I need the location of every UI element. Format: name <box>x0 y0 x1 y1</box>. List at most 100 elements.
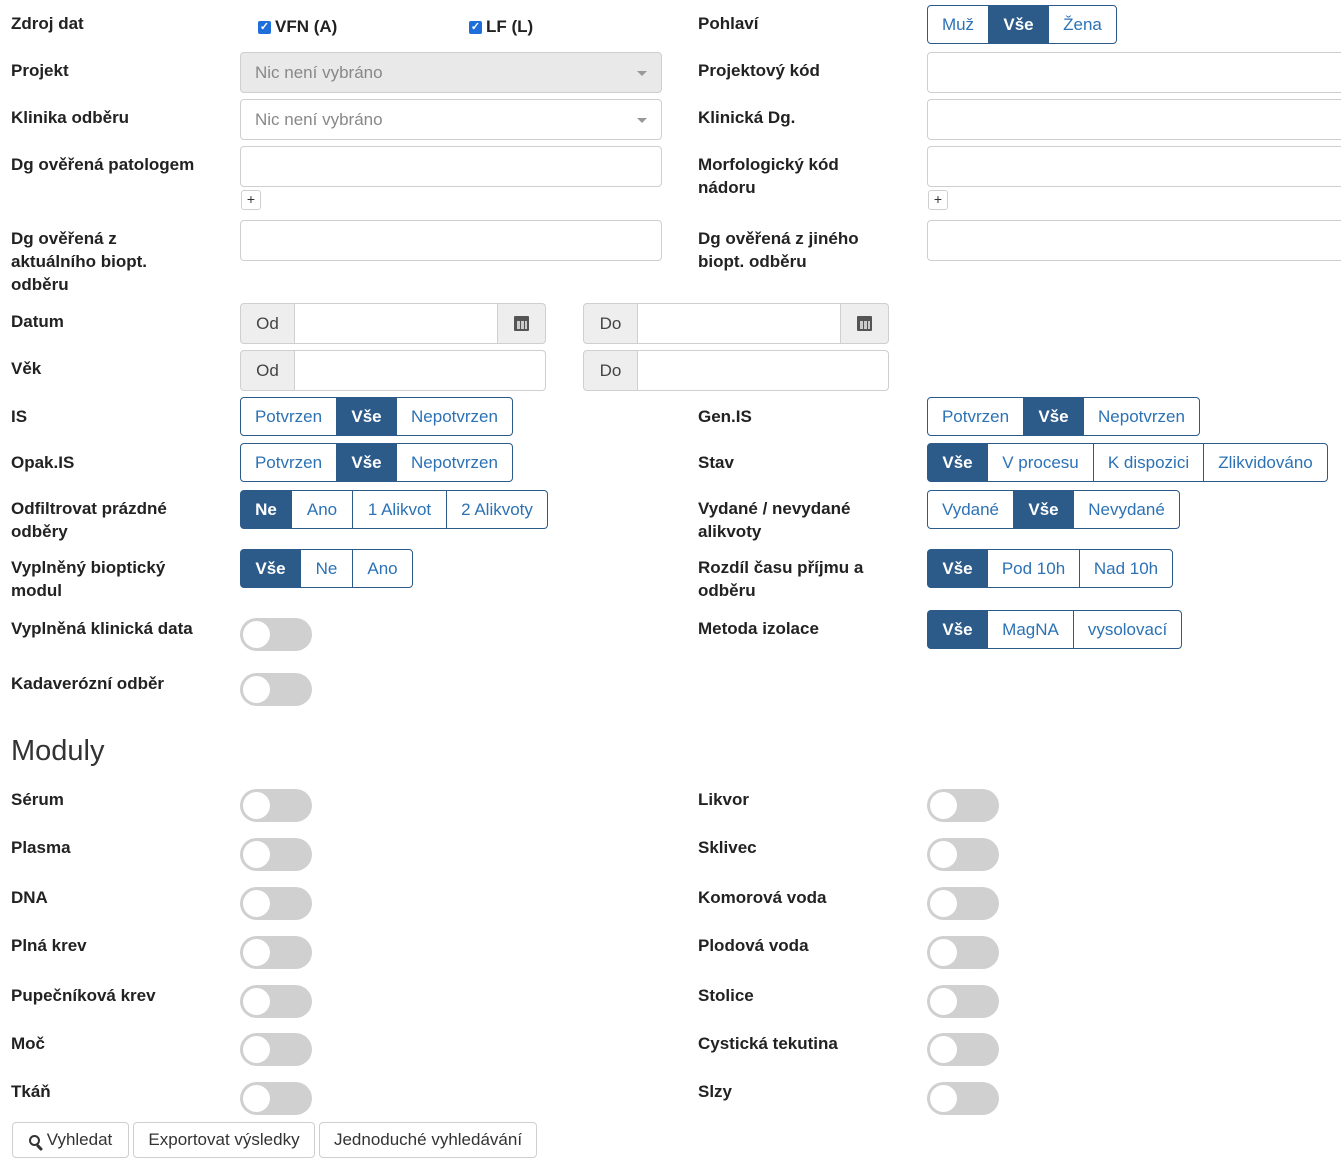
time-diff-under-button[interactable]: Pod 10h <box>987 549 1080 588</box>
isolation-magna-button[interactable]: MagNA <box>987 610 1074 649</box>
issued-all-button[interactable]: Vše <box>1013 490 1074 529</box>
toggle-knob <box>243 1085 270 1112</box>
filter-empty-button-group: Ne Ano 1 Alikvot 2 Alikvoty <box>240 490 548 529</box>
dg-pathologist-input[interactable] <box>240 146 662 187</box>
filter-empty-two-button[interactable]: 2 Alikvoty <box>446 490 548 529</box>
isolation-salting-button[interactable]: vysolovací <box>1073 610 1182 649</box>
checkbox-vfn-label: VFN (A) <box>275 17 338 36</box>
toggle-knob <box>243 939 270 966</box>
time-diff-over-button[interactable]: Nad 10h <box>1079 549 1173 588</box>
gen-is-all-button[interactable]: Vše <box>1023 397 1084 436</box>
dg-other-biopsy-input[interactable] <box>927 220 1341 261</box>
project-code-input[interactable] <box>927 52 1341 93</box>
module-toggle-moc[interactable] <box>240 1033 312 1066</box>
module-toggle-serum[interactable] <box>240 789 312 822</box>
module-toggle-plodova[interactable] <box>927 936 999 969</box>
dg-current-biopsy-input[interactable] <box>240 220 662 261</box>
module-toggle-sklivec[interactable] <box>927 838 999 871</box>
module-label-komorova: Komorová voda <box>698 888 827 907</box>
is-all-button[interactable]: Vše <box>336 397 397 436</box>
caret-down-icon <box>637 118 647 123</box>
cadaver-toggle[interactable] <box>240 673 312 706</box>
age-label: Věk <box>11 359 42 378</box>
checkbox-checked-icon: ✓ <box>469 20 482 34</box>
age-to-group: Do <box>583 350 889 391</box>
gen-is-unconfirmed-button[interactable]: Nepotvrzen <box>1083 397 1200 436</box>
module-toggle-komorova[interactable] <box>927 887 999 920</box>
status-available-button[interactable]: K dispozici <box>1093 443 1204 482</box>
project-select-value: Nic není vybráno <box>255 62 383 82</box>
sex-all-button[interactable]: Vše <box>988 5 1049 44</box>
toggle-knob <box>930 939 957 966</box>
module-toggle-pupecnikova[interactable] <box>240 985 312 1018</box>
module-toggle-dna[interactable] <box>240 887 312 920</box>
issued-yes-button[interactable]: Vydané <box>927 490 1014 529</box>
is-button-group: Potvrzen Vše Nepotvrzen <box>240 397 513 436</box>
toggle-knob <box>930 1085 957 1112</box>
opak-is-label: Opak.IS <box>11 453 75 472</box>
clinical-data-toggle[interactable] <box>240 618 312 651</box>
biopsy-module-yes-button[interactable]: Ano <box>352 549 413 588</box>
clinic-label: Klinika odběru <box>11 108 130 127</box>
module-toggle-stolice[interactable] <box>927 985 999 1018</box>
module-label-stolice: Stolice <box>698 986 754 1005</box>
age-from-group: Od <box>240 350 546 391</box>
checkbox-checked-icon: ✓ <box>258 20 271 34</box>
isolation-all-button[interactable]: Vše <box>927 610 988 649</box>
filter-empty-no-button[interactable]: Ne <box>240 490 292 529</box>
clinical-dg-input[interactable] <box>927 99 1341 140</box>
date-label: Datum <box>11 312 64 331</box>
time-diff-all-button[interactable]: Vše <box>927 549 988 588</box>
module-toggle-likvor[interactable] <box>927 789 999 822</box>
dg-current-biopsy-label: Dg ověřená z aktuálního biopt. odběru <box>11 229 147 294</box>
gen-is-confirmed-button[interactable]: Potvrzen <box>927 397 1024 436</box>
project-code-label: Projektový kód <box>698 61 820 80</box>
filter-empty-one-button[interactable]: 1 Alikvot <box>352 490 447 529</box>
biopsy-module-no-button[interactable]: Ne <box>300 549 353 588</box>
age-to-addon: Do <box>583 350 638 391</box>
status-disposed-button[interactable]: Zlikvidováno <box>1203 443 1328 482</box>
filter-empty-label: Odfiltrovat prázdné odběry <box>11 499 167 541</box>
calendar-icon <box>857 316 872 331</box>
date-to-calendar-button[interactable] <box>841 303 889 344</box>
dg-pathologist-add-button[interactable]: + <box>241 190 261 210</box>
status-in-process-button[interactable]: V procesu <box>987 443 1094 482</box>
module-toggle-plna-krev[interactable] <box>240 936 312 969</box>
simple-search-button[interactable]: Jednoduché vyhledávání <box>319 1122 537 1158</box>
sex-male-button[interactable]: Muž <box>927 5 989 44</box>
status-button-group: Vše V procesu K dispozici Zlikvidováno <box>927 443 1328 482</box>
morph-code-add-button[interactable]: + <box>928 190 948 210</box>
morph-code-input[interactable] <box>927 146 1341 187</box>
checkbox-vfn[interactable]: ✓ VFN (A) <box>258 17 337 37</box>
date-from-input[interactable] <box>295 303 498 344</box>
opak-is-all-button[interactable]: Vše <box>336 443 397 482</box>
search-icon <box>28 1134 40 1146</box>
clinic-select[interactable]: Nic není vybráno <box>240 99 662 140</box>
biopsy-module-button-group: Vše Ne Ano <box>240 549 413 588</box>
age-from-input[interactable] <box>295 350 546 391</box>
age-to-input[interactable] <box>638 350 889 391</box>
export-button[interactable]: Exportovat výsledky <box>133 1122 315 1158</box>
biopsy-module-label: Vyplněný bioptický modul <box>11 558 166 600</box>
module-toggle-tkan[interactable] <box>240 1082 312 1115</box>
issued-no-button[interactable]: Nevydané <box>1073 490 1180 529</box>
is-confirmed-button[interactable]: Potvrzen <box>240 397 337 436</box>
is-unconfirmed-button[interactable]: Nepotvrzen <box>396 397 513 436</box>
opak-is-confirmed-button[interactable]: Potvrzen <box>240 443 337 482</box>
date-from-calendar-button[interactable] <box>498 303 546 344</box>
toggle-knob <box>930 792 957 819</box>
opak-is-unconfirmed-button[interactable]: Nepotvrzen <box>396 443 513 482</box>
filter-empty-yes-button[interactable]: Ano <box>291 490 353 529</box>
module-toggle-plasma[interactable] <box>240 838 312 871</box>
checkbox-lf[interactable]: ✓ LF (L) <box>469 17 533 37</box>
isolation-button-group: Vše MagNA vysolovací <box>927 610 1182 649</box>
search-button[interactable]: Vyhledat <box>12 1122 129 1158</box>
project-select[interactable]: Nic není vybráno <box>240 52 662 93</box>
sex-female-button[interactable]: Žena <box>1048 5 1117 44</box>
module-toggle-slzy[interactable] <box>927 1082 999 1115</box>
clinic-select-value: Nic není vybráno <box>255 109 383 129</box>
status-all-button[interactable]: Vše <box>927 443 988 482</box>
module-toggle-cysticka[interactable] <box>927 1033 999 1066</box>
date-to-input[interactable] <box>638 303 841 344</box>
biopsy-module-all-button[interactable]: Vše <box>240 549 301 588</box>
